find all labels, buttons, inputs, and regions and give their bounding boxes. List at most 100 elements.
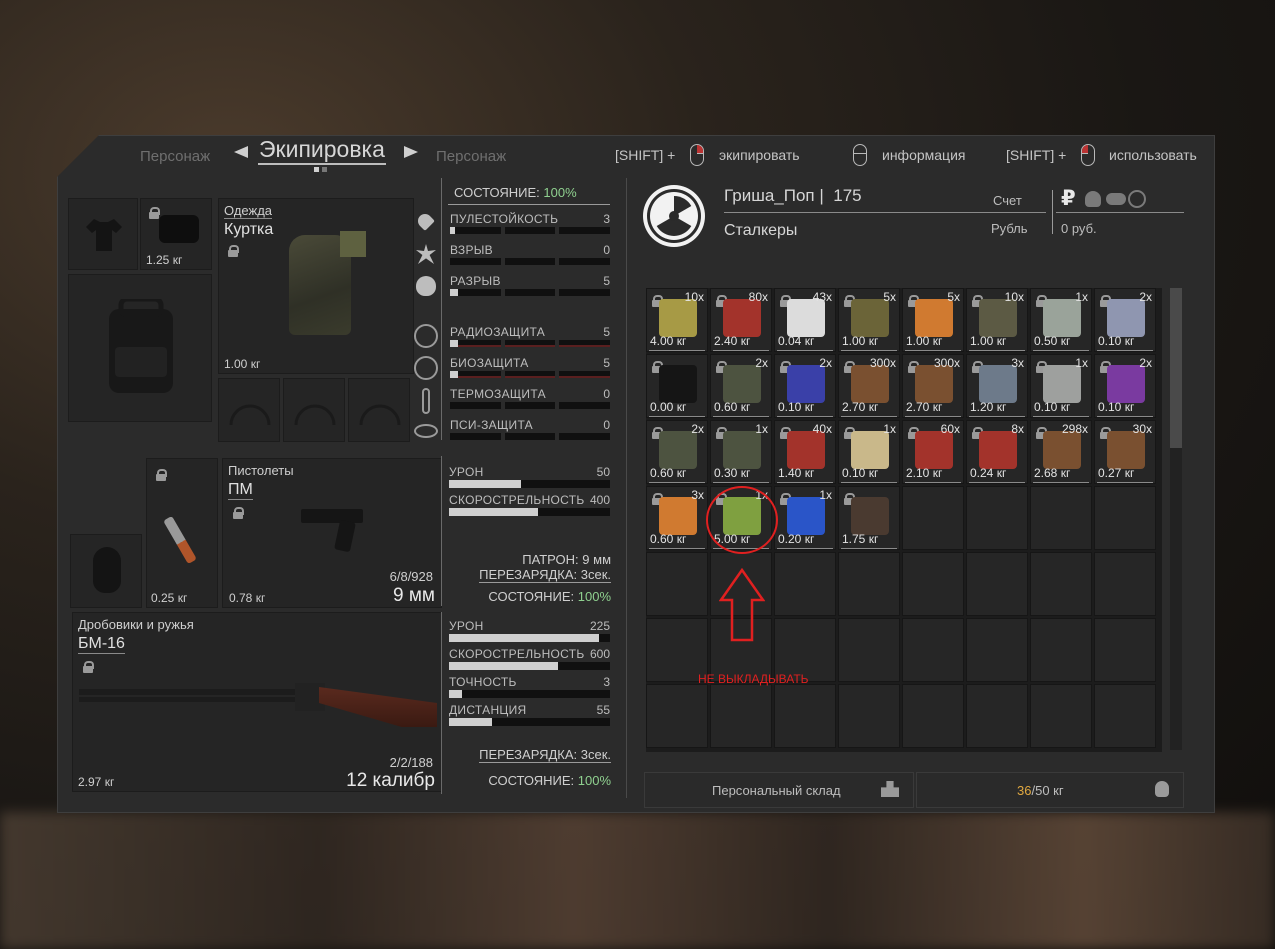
shotgun-slot[interactable]: Дробовики и ружья БМ-16 2.97 кг 2/2/188 … bbox=[72, 612, 442, 792]
pistol-icon bbox=[301, 509, 363, 553]
inventory-cell[interactable] bbox=[774, 684, 836, 748]
inventory-item[interactable]: 2x 0.10 кг bbox=[1094, 354, 1156, 418]
inventory-item[interactable]: 80x 2.40 кг bbox=[710, 288, 772, 352]
inventory-item[interactable]: 5x 1.00 кг bbox=[902, 288, 964, 352]
inventory-cell[interactable] bbox=[1094, 552, 1156, 616]
inventory-cell[interactable] bbox=[838, 618, 900, 682]
item-weight: 2.40 кг bbox=[714, 334, 751, 348]
inventory-cell[interactable] bbox=[1094, 486, 1156, 550]
stat-bar-fill bbox=[450, 289, 458, 296]
item-weight: 1.75 кг bbox=[842, 532, 879, 546]
inventory-cell[interactable] bbox=[966, 552, 1028, 616]
inventory-scrollbar-thumb[interactable] bbox=[1170, 288, 1182, 448]
tab-equipment[interactable]: Экипировка bbox=[258, 136, 386, 165]
item-icon bbox=[787, 497, 825, 535]
inventory-item[interactable]: 300x 2.70 кг bbox=[902, 354, 964, 418]
inventory-cell[interactable] bbox=[838, 552, 900, 616]
stat-label: ПУЛЕСТОЙКОСТЬ bbox=[450, 212, 559, 226]
grenade-slot[interactable] bbox=[70, 534, 142, 608]
inventory-cell[interactable] bbox=[646, 552, 708, 616]
inventory-cell[interactable] bbox=[966, 618, 1028, 682]
tab-character-right[interactable]: Персонаж bbox=[436, 148, 506, 165]
knife-weight: 0.25 кг bbox=[151, 591, 188, 605]
inventory-item[interactable]: 3x 1.20 кг bbox=[966, 354, 1028, 418]
item-icon bbox=[851, 365, 889, 403]
inventory-item[interactable]: 1x 0.30 кг bbox=[710, 420, 772, 484]
artifact-slot-3[interactable] bbox=[348, 378, 410, 442]
inventory-cell[interactable] bbox=[966, 684, 1028, 748]
inventory-item[interactable]: 2x 0.60 кг bbox=[646, 420, 708, 484]
item-icon bbox=[851, 497, 889, 535]
stat-bar bbox=[450, 289, 611, 296]
inventory-cell[interactable] bbox=[902, 552, 964, 616]
artifact-slot-1[interactable] bbox=[218, 378, 280, 442]
inventory-item[interactable]: 10x 1.00 кг bbox=[966, 288, 1028, 352]
status-label: СОСТОЯНИЕ: bbox=[488, 773, 575, 788]
item-weight: 0.10 кг bbox=[842, 466, 879, 480]
item-underline bbox=[1097, 482, 1153, 483]
inventory-cell[interactable] bbox=[646, 684, 708, 748]
stat-bar bbox=[449, 634, 610, 642]
bar-segment bbox=[559, 371, 611, 378]
item-icon bbox=[1107, 365, 1145, 403]
pistol-slot[interactable]: Пистолеты ПМ 0.78 кг 6/8/928 9 мм bbox=[222, 458, 442, 608]
inventory-item[interactable]: 1x 0.10 кг bbox=[838, 420, 900, 484]
inventory-item[interactable]: 1x 0.20 кг bbox=[774, 486, 836, 550]
storage-icon bbox=[881, 781, 899, 797]
inventory-cell[interactable] bbox=[1030, 684, 1092, 748]
inventory-cell[interactable] bbox=[966, 486, 1028, 550]
color-swatch bbox=[340, 231, 366, 257]
inventory-item[interactable]: 1x 0.50 кг bbox=[1030, 288, 1092, 352]
inventory-item[interactable]: 60x 2.10 кг bbox=[902, 420, 964, 484]
inventory-item[interactable]: 3x 0.60 кг bbox=[646, 486, 708, 550]
inventory-item[interactable]: 0.00 кг bbox=[646, 354, 708, 418]
inventory-item[interactable]: 10x 4.00 кг bbox=[646, 288, 708, 352]
inventory-cell[interactable] bbox=[1030, 486, 1092, 550]
mask-slot[interactable]: 1.25 кг bbox=[140, 198, 212, 270]
inventory-item[interactable]: 300x 2.70 кг bbox=[838, 354, 900, 418]
item-underline bbox=[649, 350, 705, 351]
inventory-cell[interactable] bbox=[1030, 552, 1092, 616]
arrow-right-icon[interactable] bbox=[404, 146, 418, 158]
inventory-item[interactable]: 1x 0.10 кг bbox=[1030, 354, 1092, 418]
inventory-cell[interactable] bbox=[1030, 618, 1092, 682]
gauge-icon bbox=[294, 404, 336, 426]
inventory-item[interactable]: 43x 0.04 кг bbox=[774, 288, 836, 352]
tshirt-slot[interactable] bbox=[68, 198, 138, 270]
stat-bar bbox=[450, 340, 611, 347]
inventory-item[interactable]: 40x 1.40 кг bbox=[774, 420, 836, 484]
inventory-item[interactable]: 1.75 кг bbox=[838, 486, 900, 550]
inventory-item[interactable]: 8x 0.24 кг bbox=[966, 420, 1028, 484]
inventory-cell[interactable] bbox=[838, 684, 900, 748]
knife-slot[interactable]: 0.25 кг bbox=[146, 458, 218, 608]
inventory-item[interactable]: 2x 0.10 кг bbox=[1094, 288, 1156, 352]
thermometer-icon bbox=[422, 388, 430, 414]
inventory-item[interactable]: 2x 0.10 кг bbox=[774, 354, 836, 418]
inventory-cell[interactable] bbox=[710, 684, 772, 748]
pistol-status: СОСТОЯНИЕ: 100% bbox=[488, 589, 611, 604]
arrow-left-icon[interactable] bbox=[234, 146, 248, 158]
shotgun-reload: ПЕРЕЗАРЯДКА: 3сек. bbox=[479, 747, 611, 763]
backpack-slot[interactable] bbox=[68, 274, 212, 422]
inventory-cell[interactable] bbox=[902, 684, 964, 748]
inventory-cell[interactable] bbox=[1094, 618, 1156, 682]
inventory-item[interactable]: 30x 0.27 кг bbox=[1094, 420, 1156, 484]
item-quantity: 10x bbox=[684, 290, 704, 304]
item-icon bbox=[787, 299, 825, 337]
lock-icon bbox=[228, 245, 239, 257]
inventory-cell[interactable] bbox=[902, 486, 964, 550]
inventory-item[interactable]: 5x 1.00 кг bbox=[838, 288, 900, 352]
shotgun-caliber: 12 калибр bbox=[346, 770, 435, 791]
artifact-slot-2[interactable] bbox=[283, 378, 345, 442]
inventory-item[interactable]: 2x 0.60 кг bbox=[710, 354, 772, 418]
skull-icon bbox=[1085, 191, 1101, 207]
inventory-item[interactable]: 298x 2.68 кг bbox=[1030, 420, 1092, 484]
personal-storage-button[interactable]: Персональный склад bbox=[644, 772, 914, 808]
inventory-cell[interactable] bbox=[774, 552, 836, 616]
tab-character-left[interactable]: Персонаж bbox=[140, 148, 210, 165]
inventory-cell[interactable] bbox=[902, 618, 964, 682]
stat-bar-fill bbox=[450, 340, 458, 347]
inventory-cell[interactable] bbox=[1094, 684, 1156, 748]
item-weight: 0.60 кг bbox=[650, 466, 687, 480]
clothing-slot[interactable]: Одежда Куртка 1.00 кг bbox=[218, 198, 414, 374]
